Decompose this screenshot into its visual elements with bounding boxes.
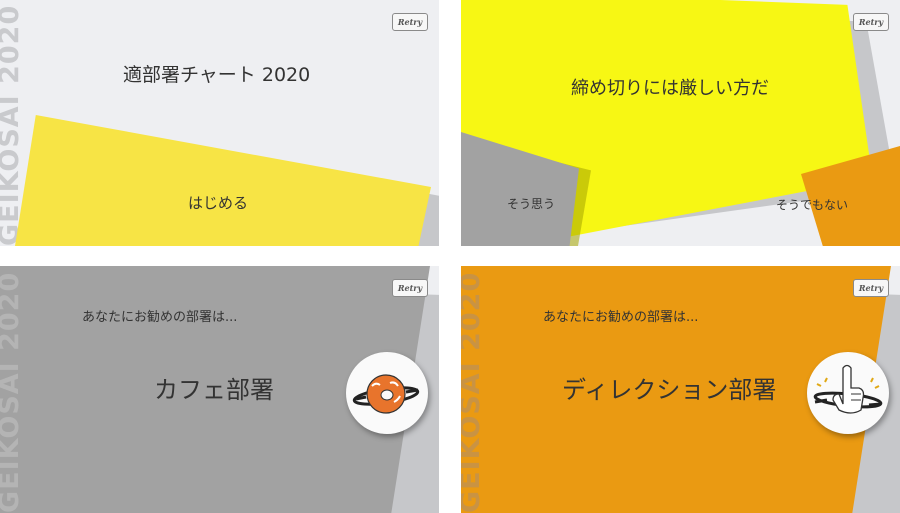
vertical-brand-text: GEIKOSAI 2020 bbox=[461, 271, 486, 513]
result-intro: あなたにお勧めの部署は... bbox=[543, 310, 699, 325]
start-button-label[interactable]: はじめる bbox=[188, 192, 248, 213]
chart-title: 適部署チャート 2020 bbox=[123, 64, 311, 86]
retry-button[interactable]: Retry bbox=[392, 279, 428, 297]
start-button[interactable] bbox=[15, 115, 431, 246]
retry-button[interactable]: Retry bbox=[853, 279, 889, 297]
yes-option-label[interactable]: そう思う bbox=[507, 195, 555, 212]
vertical-brand-text: GEIKOSAI 2020 bbox=[0, 271, 25, 513]
no-option-label[interactable]: そうでもない bbox=[776, 196, 848, 213]
question-screen: GEIKOSAI 2020 Retry 締め切りには厳しい方だ そう思う そうで… bbox=[461, 0, 900, 246]
donut-icon bbox=[352, 374, 420, 414]
department-badge bbox=[807, 352, 889, 434]
question-text: 締め切りには厳しい方だ bbox=[571, 78, 769, 99]
result-intro: あなたにお勧めの部署は... bbox=[82, 310, 238, 325]
start-screen: GEIKOSAI 2020 Retry 適部署チャート 2020 はじめる bbox=[0, 0, 439, 246]
retry-button[interactable]: Retry bbox=[853, 13, 889, 31]
department-name: ディレクション部署 bbox=[562, 376, 777, 404]
pointing-hand-icon bbox=[813, 364, 883, 414]
retry-button[interactable]: Retry bbox=[392, 13, 428, 31]
result-screen-cafe: GEIKOSAI 2020 Retry あなたにお勧めの部署は... カフェ部署 bbox=[0, 266, 439, 513]
result-screen-direction: GEIKOSAI 2020 Retry あなたにお勧めの部署は... ディレクシ… bbox=[461, 266, 900, 513]
department-badge bbox=[346, 352, 428, 434]
department-name: カフェ部署 bbox=[154, 376, 274, 404]
